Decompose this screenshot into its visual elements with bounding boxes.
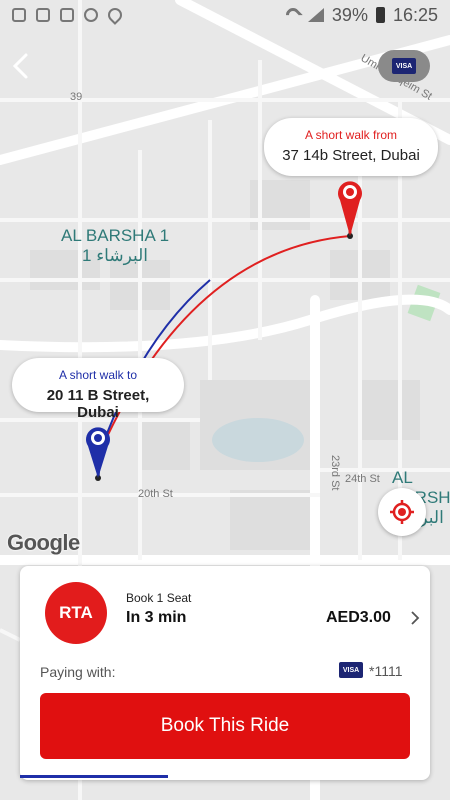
dropoff-bubble: A short walk from 37 14b Street, Dubai bbox=[264, 118, 438, 176]
eta-text: In 3 min bbox=[126, 609, 187, 626]
app-icon bbox=[12, 8, 26, 22]
card-number: *1111 bbox=[369, 663, 403, 679]
wifi-icon bbox=[283, 5, 303, 25]
mail-icon bbox=[60, 8, 74, 22]
google-logo: Google bbox=[7, 530, 80, 555]
pickup-address: 20 11 B Street, Dubai bbox=[46, 387, 150, 421]
notification-icons bbox=[12, 5, 125, 25]
payment-method-chip[interactable]: VISA bbox=[378, 50, 430, 82]
location-icon bbox=[105, 5, 125, 25]
back-arrow-icon bbox=[12, 53, 28, 79]
battery-percentage: 39% bbox=[331, 4, 368, 25]
signal-icon bbox=[307, 8, 324, 22]
status-bar: 39% 16:25 bbox=[0, 0, 450, 30]
area-label-arabic: البرشاء 1 bbox=[82, 246, 149, 265]
rta-logo: RTA bbox=[45, 582, 107, 644]
visa-card-icon: VISA bbox=[392, 58, 416, 74]
loading-progress-bar bbox=[20, 775, 168, 778]
street-label: 39 bbox=[70, 91, 82, 103]
image-icon bbox=[36, 8, 50, 22]
my-location-button[interactable] bbox=[378, 488, 426, 536]
dropoff-address: 37 14b Street, Dubai bbox=[282, 147, 420, 164]
area-label: AL BARSHA 1 البرشاء 1 bbox=[61, 226, 169, 266]
dropoff-subtitle: A short walk from bbox=[304, 128, 398, 142]
book-ride-button[interactable]: Book This Ride bbox=[40, 693, 410, 759]
area-label-english: AL BARSHA 1 bbox=[61, 226, 170, 245]
ride-card: RTA Book 1 Seat In 3 min AED3.00 Paying … bbox=[20, 566, 430, 780]
street-label: 24th St bbox=[345, 473, 380, 485]
clock: 16:25 bbox=[392, 4, 438, 25]
chevron-right-icon[interactable] bbox=[408, 610, 422, 626]
key-icon bbox=[84, 8, 98, 22]
pickup-subtitle: A short walk to bbox=[58, 368, 138, 382]
visa-icon: VISA bbox=[339, 662, 363, 678]
crosshair-icon bbox=[390, 500, 414, 524]
battery-icon bbox=[375, 7, 385, 23]
pickup-bubble: A short walk to 20 11 B Street, Dubai bbox=[12, 358, 184, 421]
seat-label: Book 1 Seat bbox=[126, 591, 192, 605]
paying-with-label: Paying with: bbox=[40, 664, 116, 680]
street-label: 23rd St bbox=[329, 455, 341, 490]
price-text: AED3.00 bbox=[326, 609, 391, 626]
street-label: 20th St bbox=[138, 488, 173, 500]
back-button[interactable] bbox=[6, 48, 36, 84]
